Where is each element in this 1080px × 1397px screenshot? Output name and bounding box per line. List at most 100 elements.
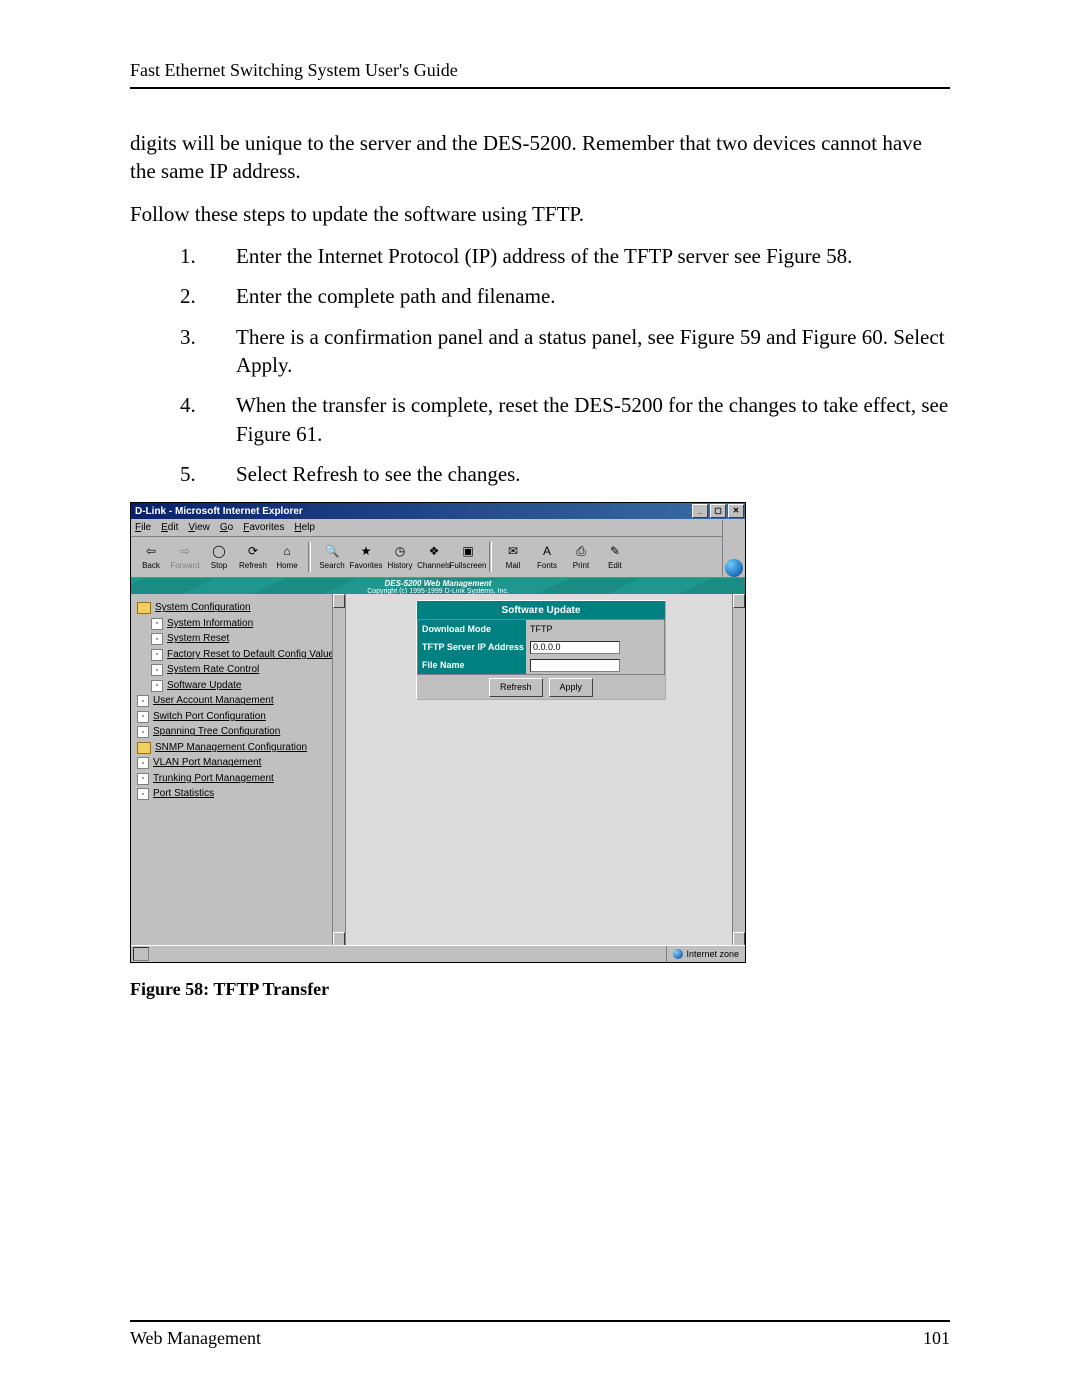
- panel-row: File Name: [418, 656, 664, 674]
- apply-button[interactable]: Apply: [549, 678, 594, 697]
- tree-item[interactable]: ▫ User Account Management: [133, 693, 343, 709]
- folder-icon: [137, 742, 151, 754]
- step-text: Enter the Internet Protocol (IP) address…: [236, 242, 950, 270]
- globe-icon: [673, 949, 683, 959]
- panel-row: Download ModeTFTP: [418, 620, 664, 638]
- nav-tree: System Configuration▫System Information▫…: [131, 594, 346, 946]
- step-text: There is a confirmation panel and a stat…: [236, 323, 950, 380]
- tree-item[interactable]: ▫ Factory Reset to Default Config Values: [133, 647, 343, 663]
- tree-item[interactable]: ▫ Switch Port Configuration: [133, 709, 343, 725]
- tree-item[interactable]: SNMP Management Configuration: [133, 740, 343, 756]
- footer-section: Web Management: [130, 1328, 261, 1349]
- tree-link[interactable]: Software Update: [167, 679, 242, 693]
- tree-link[interactable]: Port Statistics: [153, 787, 214, 801]
- tree-link[interactable]: Trunking Port Management: [153, 772, 274, 786]
- page-icon: ▫: [137, 788, 149, 800]
- ie-logo-icon: [725, 559, 743, 577]
- scroll-down-button[interactable]: [333, 932, 345, 946]
- step-number: 1.: [180, 242, 236, 270]
- footer-page-number: 101: [923, 1328, 950, 1349]
- tree-link[interactable]: Factory Reset to Default Config Values: [167, 648, 339, 662]
- tree-link[interactable]: VLAN Port Management: [153, 756, 261, 770]
- fullscreen-icon: ▣: [460, 543, 476, 559]
- back-icon: ⇦: [143, 543, 159, 559]
- favorites-icon: ★: [358, 543, 374, 559]
- security-zone: Internet zone: [666, 946, 745, 962]
- page-icon: ▫: [137, 695, 149, 707]
- tree-item[interactable]: ▫System Rate Control: [133, 662, 343, 678]
- tree-scrollbar[interactable]: [332, 594, 345, 946]
- tree-link[interactable]: User Account Management: [153, 694, 274, 708]
- tree-link[interactable]: Spanning Tree Configuration: [153, 725, 280, 739]
- page-icon: ▫: [151, 618, 163, 630]
- history-icon: ◷: [392, 543, 408, 559]
- print-icon: ⎙: [573, 543, 589, 559]
- software-update-panel: Software Update Download ModeTFTPTFTP Se…: [416, 600, 666, 700]
- tree-item[interactable]: ▫ System Information: [133, 616, 343, 632]
- close-button[interactable]: ✕: [728, 504, 744, 518]
- edit-icon: ✎: [607, 543, 623, 559]
- mail-icon: ✉: [505, 543, 521, 559]
- toolbar-fullscreen-button[interactable]: ▣Fullscreen: [452, 540, 484, 574]
- toolbar-edit-button[interactable]: ✎Edit: [599, 540, 631, 574]
- page-icon: ▫: [137, 757, 149, 769]
- toolbar-print-button[interactable]: ⎙Print: [565, 540, 597, 574]
- minimize-button[interactable]: _: [692, 504, 708, 518]
- toolbar-history-button[interactable]: ◷History: [384, 540, 416, 574]
- menu-favorites[interactable]: Favorites: [243, 521, 284, 535]
- menu-go[interactable]: Go: [220, 521, 233, 535]
- content-scrollbar[interactable]: [732, 594, 745, 946]
- step-number: 4.: [180, 391, 236, 448]
- scroll-up-button[interactable]: [733, 594, 745, 608]
- tree-item[interactable]: ▫ System Reset: [133, 631, 343, 647]
- tree-link[interactable]: Switch Port Configuration: [153, 710, 266, 724]
- tree-item[interactable]: ▫Spanning Tree Configuration: [133, 724, 343, 740]
- page-header: Fast Ethernet Switching System User's Gu…: [130, 60, 950, 89]
- menu-bar: File Edit View Go Favorites Help: [131, 519, 745, 537]
- tree-link[interactable]: SNMP Management Configuration: [155, 741, 307, 755]
- toolbar-mail-button[interactable]: ✉Mail: [497, 540, 529, 574]
- tree-item[interactable]: ▫ VLAN Port Management: [133, 755, 343, 771]
- refresh-button[interactable]: Refresh: [489, 678, 543, 697]
- tree-link[interactable]: System Information: [167, 617, 253, 631]
- panel-input[interactable]: [530, 641, 620, 654]
- tree-item[interactable]: System Configuration: [133, 600, 343, 616]
- tree-link[interactable]: System Configuration: [155, 601, 251, 615]
- maximize-button[interactable]: ▢: [710, 504, 726, 518]
- menu-edit[interactable]: Edit: [161, 521, 178, 535]
- refresh-icon: ⟳: [245, 543, 261, 559]
- menu-file[interactable]: File: [135, 521, 151, 535]
- toolbar-separator: [308, 542, 311, 572]
- ie-window: D-Link - Microsoft Internet Explorer _ ▢…: [130, 502, 746, 963]
- toolbar-fonts-button[interactable]: AFonts: [531, 540, 563, 574]
- panel-input[interactable]: [530, 659, 620, 672]
- tree-link[interactable]: System Reset: [167, 632, 229, 646]
- toolbar-refresh-button[interactable]: ⟳Refresh: [237, 540, 269, 574]
- page-icon: ▫: [151, 649, 163, 661]
- toolbar-favorites-button[interactable]: ★Favorites: [350, 540, 382, 574]
- brand-title: DES-5200 Web Management: [367, 580, 509, 588]
- page-icon: ▫: [137, 711, 149, 723]
- status-icon: [133, 947, 149, 961]
- tree-item[interactable]: ▫ Port Statistics: [133, 786, 343, 802]
- toolbar-back-button[interactable]: ⇦Back: [135, 540, 167, 574]
- menu-view[interactable]: View: [188, 521, 210, 535]
- toolbar-search-button[interactable]: 🔍Search: [316, 540, 348, 574]
- toolbar-home-button[interactable]: ⌂Home: [271, 540, 303, 574]
- toolbar-stop-button[interactable]: ◯Stop: [203, 540, 235, 574]
- tree-item[interactable]: ▫Software Update: [133, 678, 343, 694]
- content-pane: Software Update Download ModeTFTPTFTP Se…: [346, 594, 745, 946]
- panel-title: Software Update: [417, 601, 665, 619]
- body-text: digits will be unique to the server and …: [130, 129, 950, 1002]
- scroll-down-button[interactable]: [733, 932, 745, 946]
- step-text: Enter the complete path and filename.: [236, 282, 950, 310]
- ie-logo-corner: [722, 520, 745, 577]
- scroll-up-button[interactable]: [333, 594, 345, 608]
- tree-link[interactable]: System Rate Control: [167, 663, 259, 677]
- toolbar-channels-button[interactable]: ❖Channels: [418, 540, 450, 574]
- window-title: D-Link - Microsoft Internet Explorer: [135, 505, 303, 519]
- menu-help[interactable]: Help: [294, 521, 315, 535]
- page-icon: ▫: [151, 633, 163, 645]
- tree-item[interactable]: ▫Trunking Port Management: [133, 771, 343, 787]
- zone-label: Internet zone: [686, 948, 739, 960]
